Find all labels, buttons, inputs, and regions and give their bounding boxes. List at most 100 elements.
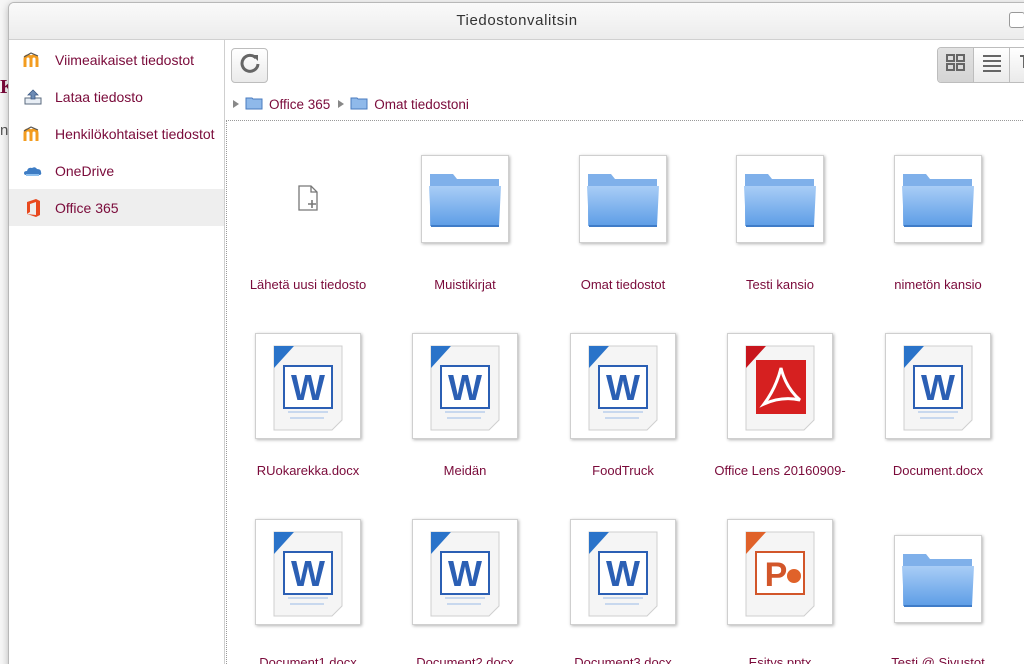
new-file-icon bbox=[293, 183, 323, 218]
sidebar-item-office365[interactable]: Office 365 bbox=[9, 189, 224, 226]
breadcrumb-item[interactable]: Office 365 bbox=[269, 97, 330, 112]
sidebar-item-recent-files[interactable]: Viimeaikaiset tiedostot bbox=[9, 41, 224, 78]
svg-text:W: W bbox=[448, 367, 482, 408]
file-tile[interactable]: W Document.docx bbox=[873, 333, 1003, 509]
folder-tile[interactable]: Muistikirjat bbox=[400, 153, 530, 323]
file-tile[interactable]: P Esitys.pptx bbox=[715, 519, 845, 664]
breadcrumb: Office 365 Omat tiedostoni bbox=[231, 94, 475, 114]
tile-label: Meidän bbox=[443, 463, 487, 478]
tile-label: Testi @ Sivustot bbox=[891, 655, 985, 664]
file-tile[interactable]: W FoodTruck bbox=[558, 333, 688, 509]
folder-icon bbox=[350, 96, 368, 113]
grid-icon bbox=[945, 53, 966, 77]
file-browser-main: Office 365 Omat tiedostoni Lähetä uusi t… bbox=[226, 40, 1024, 664]
tile-thumbnail: W bbox=[885, 333, 991, 439]
folder-icon bbox=[245, 96, 263, 113]
breadcrumb-arrow-icon bbox=[338, 100, 345, 108]
folder-icon bbox=[736, 155, 824, 243]
powerpoint-document-icon: P bbox=[727, 519, 833, 625]
sidebar-item-label: Henkilökohtaiset tiedostot bbox=[55, 125, 215, 142]
office365-icon bbox=[23, 198, 43, 218]
dialog-title: Tiedostonvalitsin bbox=[456, 12, 578, 29]
tile-thumbnail: W bbox=[412, 333, 518, 439]
breadcrumb-arrow-icon bbox=[233, 100, 239, 108]
pdf-document-icon bbox=[727, 333, 833, 439]
tile-label: Document2.docx bbox=[416, 655, 514, 664]
tile-thumbnail: W bbox=[412, 519, 518, 625]
moodle-icon bbox=[23, 124, 43, 144]
tile-label: Omat tiedostot bbox=[580, 277, 666, 292]
tile-thumbnail bbox=[894, 155, 982, 243]
dialog-titlebar[interactable]: Tiedostonvalitsin bbox=[9, 3, 1024, 40]
svg-text:W: W bbox=[921, 367, 955, 408]
tile-thumbnail: W bbox=[570, 333, 676, 439]
tree-icon bbox=[1018, 54, 1024, 77]
word-document-icon: W bbox=[255, 333, 361, 439]
moodle-icon bbox=[23, 50, 43, 70]
sidebar-item-onedrive[interactable]: OneDrive bbox=[9, 152, 224, 189]
file-tile[interactable]: W RUokarekka.docx bbox=[243, 333, 373, 509]
file-tile[interactable]: Office Lens 20160909- bbox=[714, 333, 846, 509]
onedrive-icon bbox=[23, 161, 43, 181]
tile-label: FoodTruck bbox=[592, 463, 654, 478]
repository-sidebar: Viimeaikaiset tiedostot Lataa tiedosto H… bbox=[9, 40, 225, 664]
folder-tile[interactable]: Testi @ Sivustot bbox=[873, 525, 1003, 664]
sidebar-item-label: Lataa tiedosto bbox=[55, 88, 143, 105]
word-document-icon: W bbox=[885, 333, 991, 439]
tile-thumbnail: W bbox=[255, 519, 361, 625]
tile-thumbnail bbox=[894, 535, 982, 623]
sidebar-item-private-files[interactable]: Henkilökohtaiset tiedostot bbox=[9, 115, 224, 152]
tile-label: nimetön kansio bbox=[894, 277, 982, 292]
refresh-button[interactable] bbox=[231, 48, 268, 83]
sidebar-item-upload[interactable]: Lataa tiedosto bbox=[9, 78, 224, 115]
tile-thumbnail: P bbox=[727, 519, 833, 625]
close-icon[interactable] bbox=[1009, 12, 1024, 28]
tile-label: RUokarekka.docx bbox=[256, 463, 360, 478]
svg-text:W: W bbox=[291, 553, 325, 594]
folder-icon bbox=[421, 155, 509, 243]
view-tree-button[interactable] bbox=[1010, 48, 1024, 82]
word-document-icon: W bbox=[412, 519, 518, 625]
view-mode-switcher bbox=[937, 47, 1024, 83]
tile-label: Document.docx bbox=[892, 463, 984, 478]
svg-text:W: W bbox=[606, 553, 640, 594]
tile-label: Document3.docx bbox=[574, 655, 672, 664]
file-toolbar: Office 365 Omat tiedostoni bbox=[226, 40, 1024, 120]
word-document-icon: W bbox=[570, 519, 676, 625]
view-icons-button[interactable] bbox=[938, 48, 974, 82]
tile-label: Muistikirjat bbox=[434, 277, 496, 292]
svg-text:W: W bbox=[448, 553, 482, 594]
file-tile[interactable]: W Meidän bbox=[400, 333, 530, 509]
folder-icon bbox=[894, 155, 982, 243]
file-grid: Lähetä uusi tiedosto Muistikirjat Omat tie… bbox=[226, 120, 1024, 664]
file-tile[interactable]: W Document3.docx bbox=[558, 519, 688, 664]
folder-icon bbox=[894, 535, 982, 623]
breadcrumb-item[interactable]: Omat tiedostoni bbox=[374, 97, 469, 112]
svg-text:W: W bbox=[291, 367, 325, 408]
word-document-icon: W bbox=[255, 519, 361, 625]
tile-thumbnail bbox=[421, 155, 509, 243]
sidebar-item-label: OneDrive bbox=[55, 162, 115, 179]
tile-label: Document1.docx bbox=[259, 655, 357, 664]
upload-icon bbox=[23, 87, 43, 107]
sidebar-item-label: Office 365 bbox=[55, 199, 119, 216]
tile-label: Lähetä uusi tiedosto bbox=[249, 277, 367, 292]
tile-thumbnail bbox=[293, 183, 323, 218]
upload-new-file-tile[interactable]: Lähetä uusi tiedosto bbox=[243, 153, 373, 323]
folder-tile[interactable]: nimetön kansio bbox=[873, 153, 1003, 323]
refresh-icon bbox=[239, 52, 261, 79]
file-tile[interactable]: W Document1.docx bbox=[243, 519, 373, 664]
folder-tile[interactable]: Testi kansio bbox=[715, 153, 845, 323]
tile-label: Testi kansio bbox=[746, 277, 814, 292]
file-tile[interactable]: W Document2.docx bbox=[400, 519, 530, 664]
tile-thumbnail: W bbox=[570, 519, 676, 625]
tile-label: Esitys.pptx bbox=[748, 655, 812, 664]
view-list-button[interactable] bbox=[974, 48, 1010, 82]
folder-tile[interactable]: Omat tiedostot bbox=[558, 153, 688, 323]
file-picker-dialog: Tiedostonvalitsin Viimeaikaiset tiedosto… bbox=[8, 2, 1024, 664]
word-document-icon: W bbox=[570, 333, 676, 439]
tile-thumbnail bbox=[736, 155, 824, 243]
svg-text:W: W bbox=[606, 367, 640, 408]
folder-icon bbox=[579, 155, 667, 243]
word-document-icon: W bbox=[412, 333, 518, 439]
